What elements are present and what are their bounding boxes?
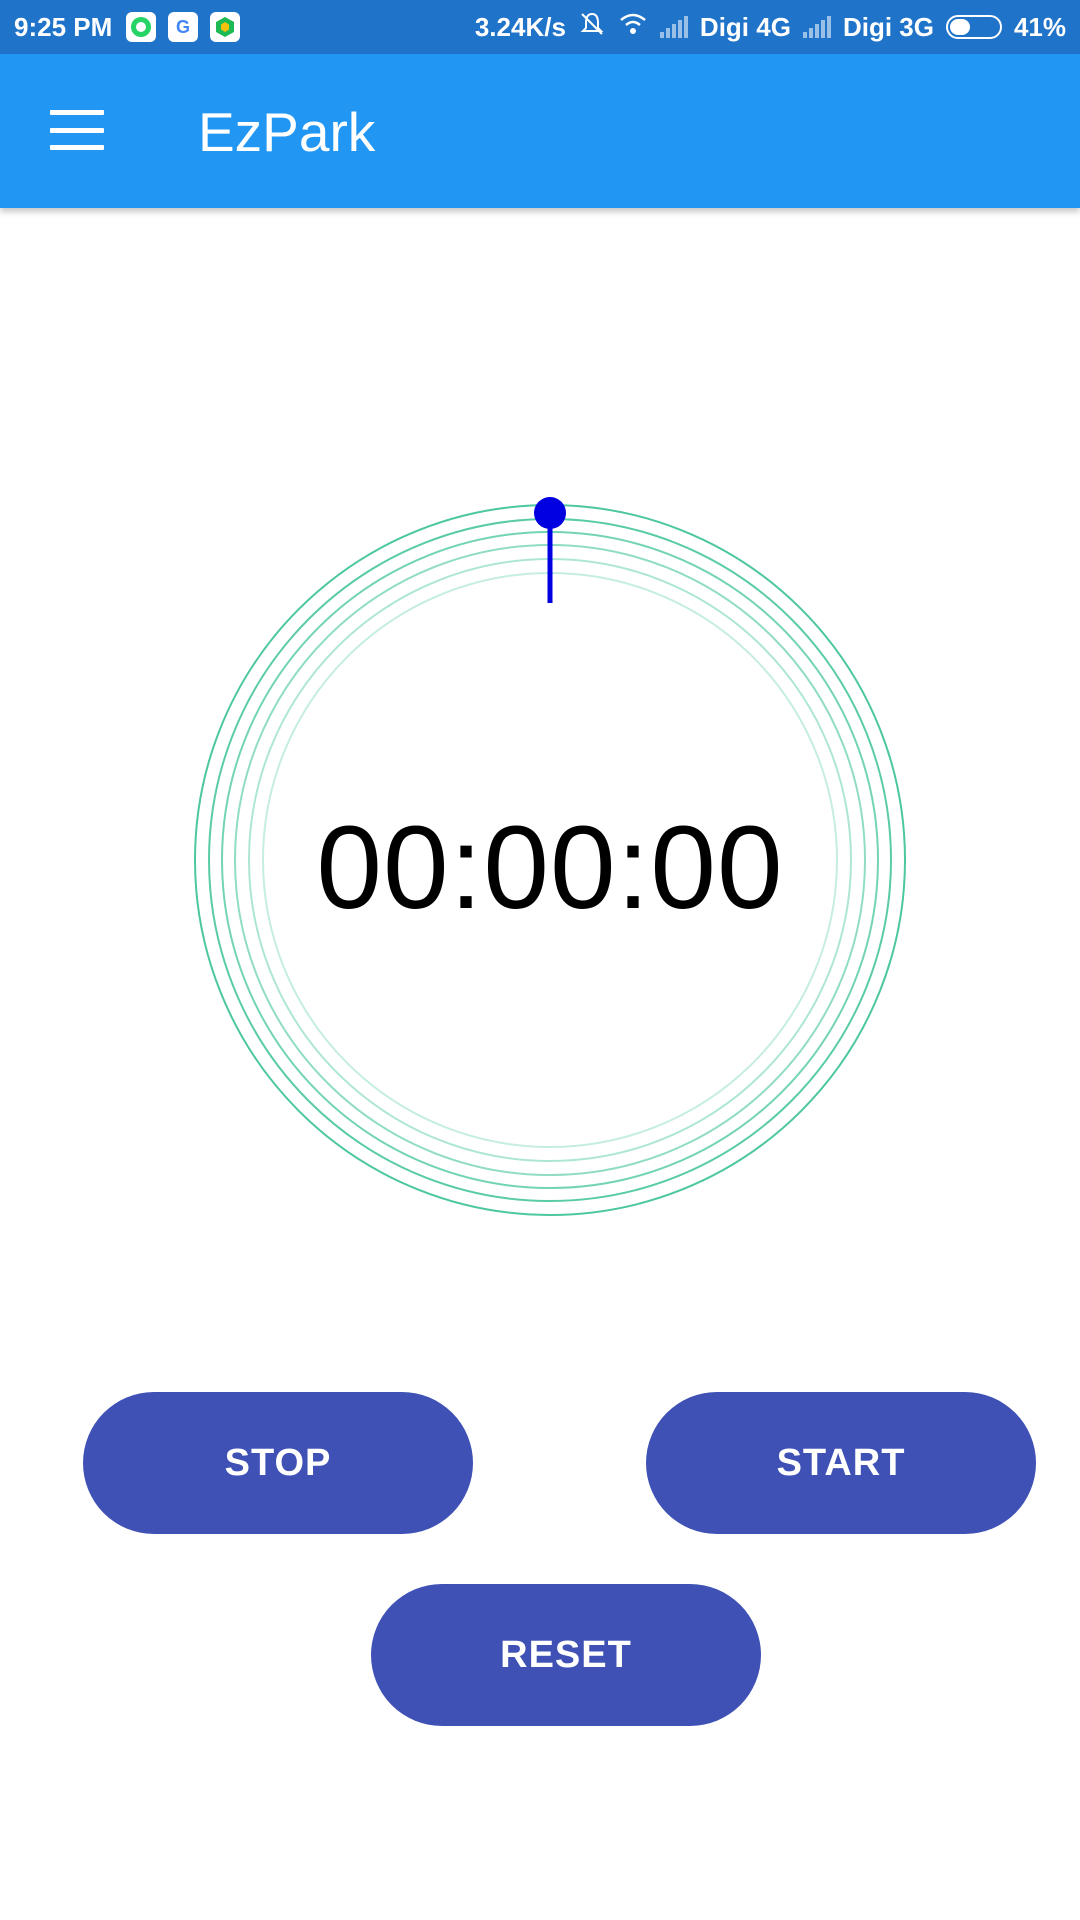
shield-app-icon — [210, 12, 241, 42]
timer-hand-knob[interactable] — [534, 497, 566, 529]
app-title: EzPark — [198, 101, 376, 163]
wifi-icon — [618, 11, 648, 44]
reset-button[interactable]: RESET — [371, 1584, 761, 1726]
battery-percent: 41% — [1013, 11, 1066, 42]
whatsapp-icon — [126, 12, 157, 42]
signal-strength-icon-2 — [802, 16, 831, 38]
start-button[interactable]: START — [646, 1392, 1036, 1534]
mute-bell-icon — [578, 10, 606, 45]
stop-button[interactable]: STOP — [83, 1392, 473, 1534]
app-bar: EzPark — [0, 54, 1080, 208]
carrier-2-label: Digi 3G — [842, 11, 934, 42]
status-bar: 9:25 PM G 3.24K/s Digi 4G Digi 3G 41% — [0, 0, 1080, 54]
signal-strength-icon-1 — [659, 16, 688, 38]
svg-text:G: G — [176, 17, 190, 37]
battery-icon — [945, 15, 1002, 39]
network-speed: 3.24K/s — [474, 11, 566, 42]
status-right: 3.24K/s Digi 4G Digi 3G 41% — [475, 10, 1066, 45]
carrier-1-label: Digi 4G — [699, 11, 791, 42]
status-time: 9:25 PM — [14, 11, 113, 42]
status-left: 9:25 PM G — [14, 12, 252, 43]
timer-display: 00:00:00 — [316, 802, 784, 934]
hamburger-menu-icon[interactable] — [50, 110, 104, 150]
google-icon: G — [168, 12, 199, 42]
